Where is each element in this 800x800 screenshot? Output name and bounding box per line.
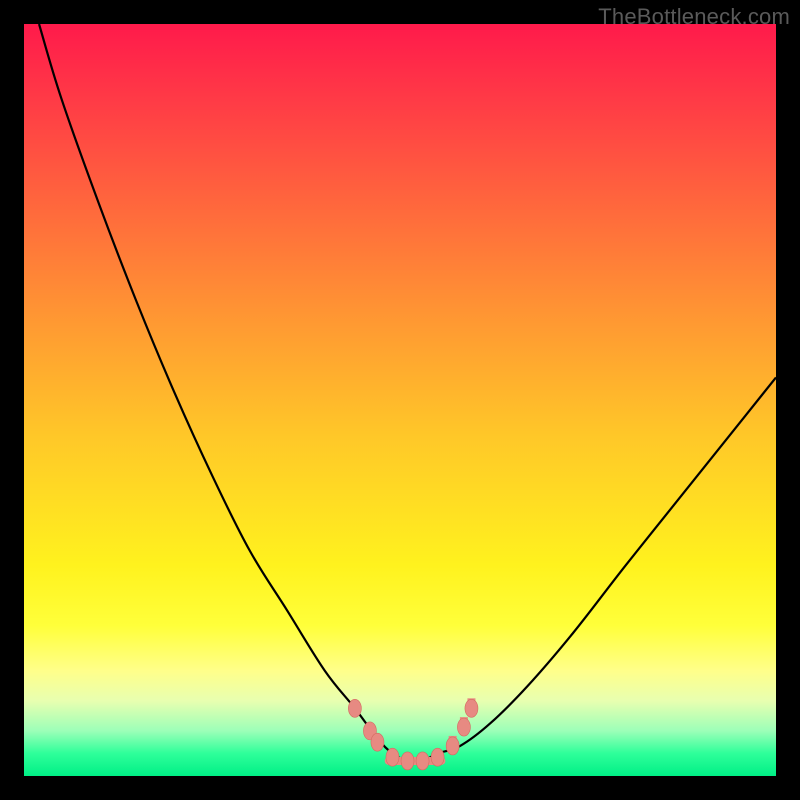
curve-marker [401,752,414,770]
chart-plot-area [24,24,776,776]
curve-marker [465,699,478,717]
watermark-text: TheBottleneck.com [598,4,790,30]
chart-frame: TheBottleneck.com [0,0,800,800]
curve-marker [348,699,361,717]
curve-marker [431,748,444,766]
curve-marker [446,737,459,755]
bottleneck-curve-svg [24,24,776,776]
bottleneck-curve [39,24,776,762]
curve-marker [416,752,429,770]
curve-marker [371,733,384,751]
curve-marker [457,718,470,736]
curve-markers [348,698,478,770]
curve-marker [386,748,399,766]
